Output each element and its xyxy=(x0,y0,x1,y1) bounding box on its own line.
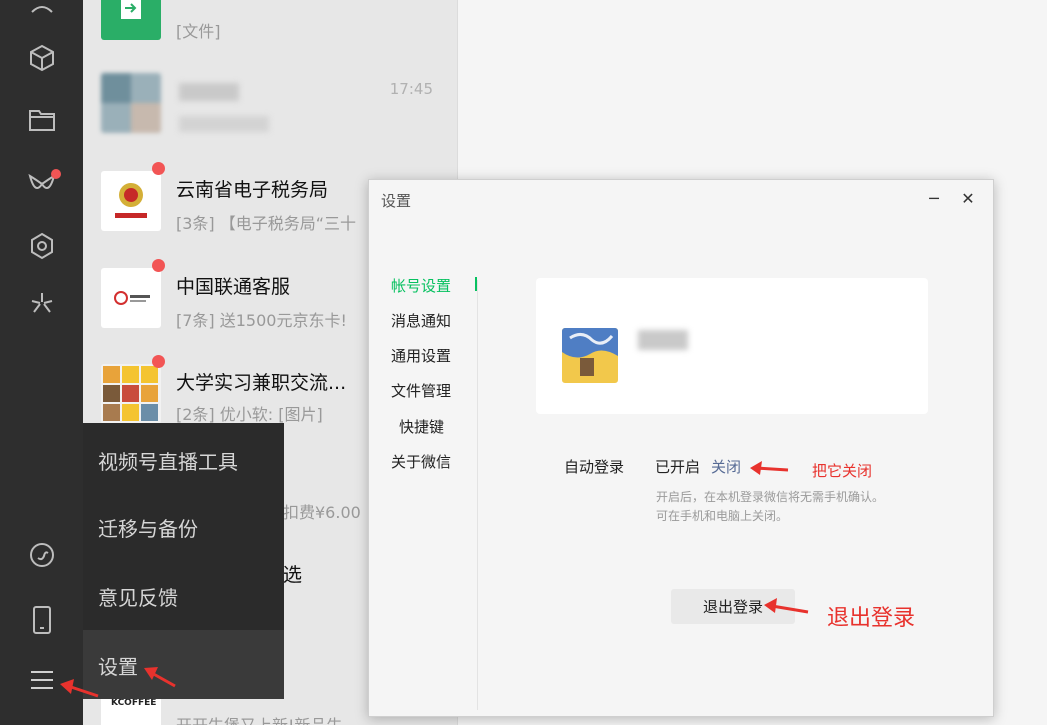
annotation-close-it: 把它关闭 xyxy=(812,462,873,480)
annotation-logout: 退出登录 xyxy=(827,606,916,631)
